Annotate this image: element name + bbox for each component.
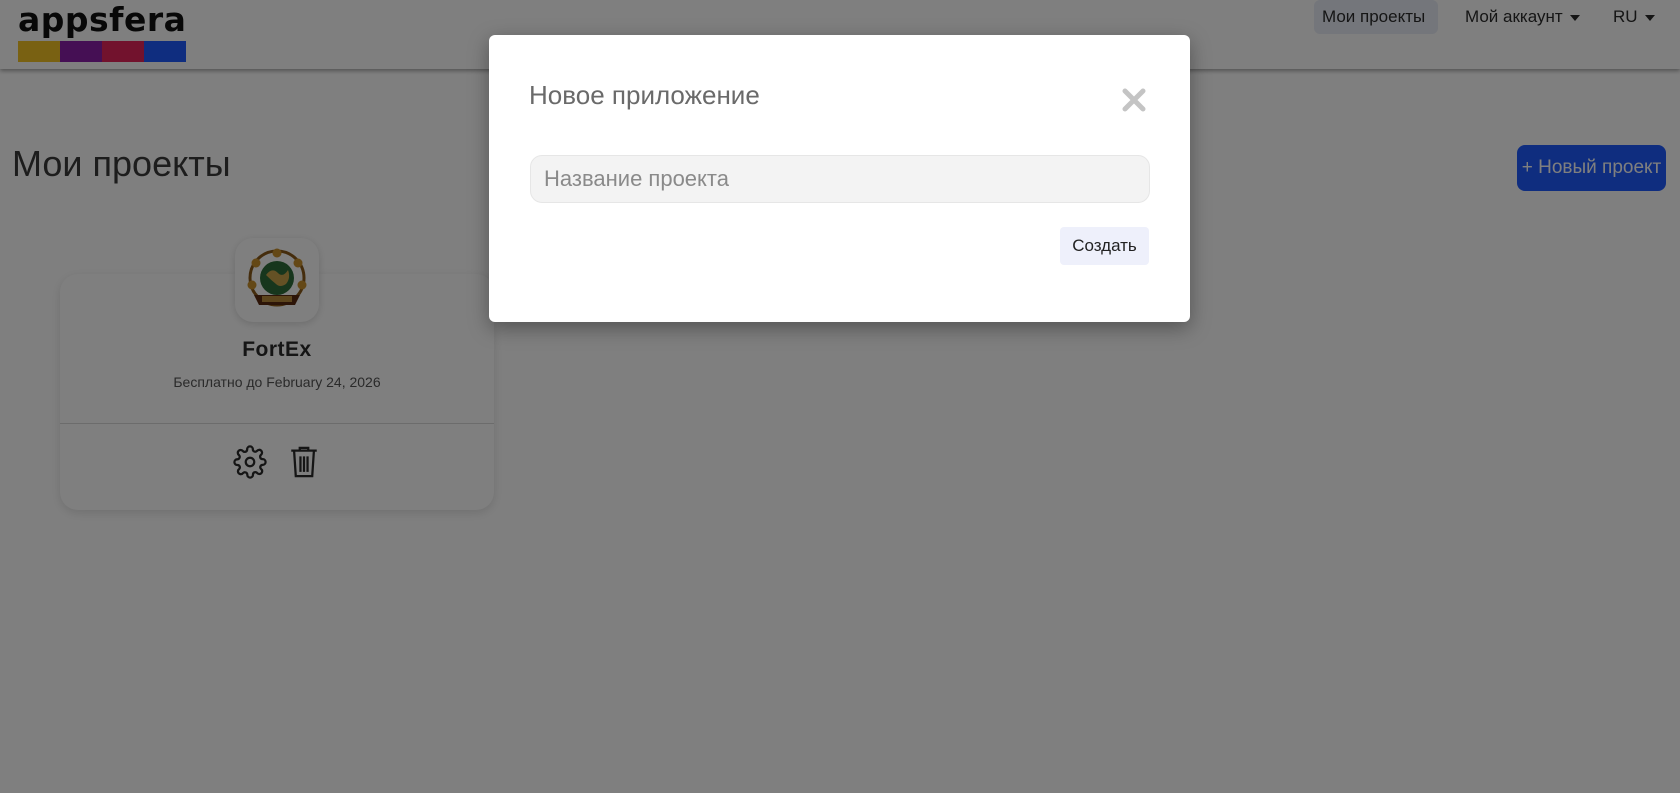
new-app-modal: Новое приложение Создать: [489, 35, 1190, 322]
close-icon[interactable]: [1119, 85, 1149, 115]
project-name-input[interactable]: [530, 155, 1150, 203]
modal-title: Новое приложение: [529, 80, 760, 110]
create-button[interactable]: Создать: [1060, 227, 1149, 265]
